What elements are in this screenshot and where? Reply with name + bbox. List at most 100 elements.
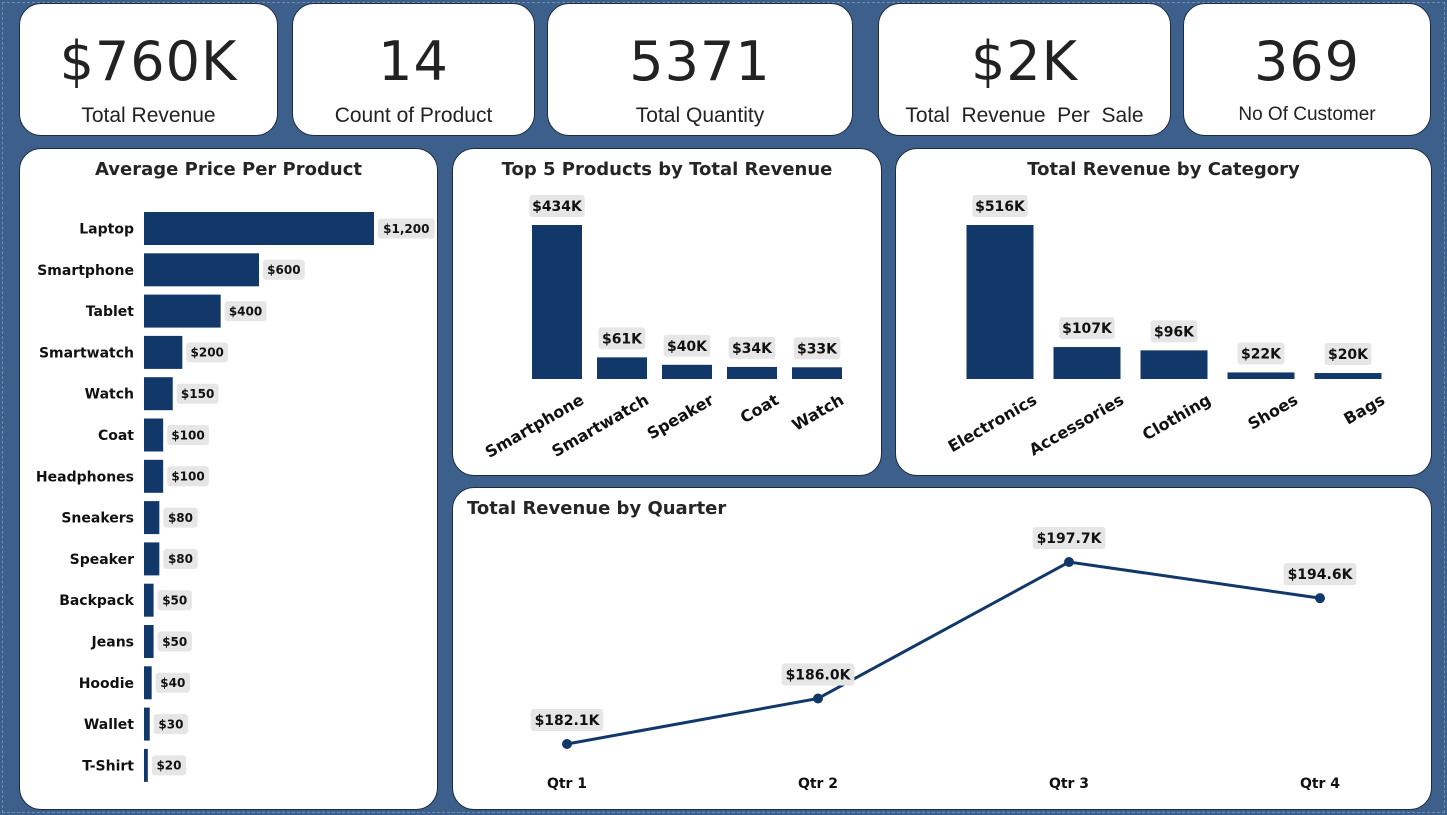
data-label: $150 <box>181 387 214 401</box>
data-label: $34K <box>732 341 773 357</box>
category-label: Headphones <box>36 469 134 485</box>
category-label: Electronics <box>945 390 1040 456</box>
chart-title: Average Price Per Product <box>95 159 362 180</box>
kpi-label: No Of Customer <box>1238 104 1376 125</box>
quarter-revenue-line-chart: $182.1K Qtr 1 $186.0K Qtr 2 $197.7K Qtr 3 $194… <box>530 527 1357 792</box>
data-label: $33K <box>797 341 838 357</box>
kpi-card-count-of-product: 14 Count of Product <box>292 3 535 136</box>
category-label: Bags <box>1340 390 1388 428</box>
data-label: $100 <box>171 428 204 442</box>
data-label: $516K <box>975 199 1026 215</box>
kpi-label: Count of Product <box>334 104 493 127</box>
avg-price-chart-card: Average Price Per Product Laptop $1,200 Sm… <box>19 148 438 810</box>
top5-products-bar-chart: $434KSmartphone$61KSmartwatch$40KSpeaker… <box>482 195 847 462</box>
kpi-value: 369 <box>1253 30 1361 93</box>
kpi-label: Total Quantity <box>635 104 765 127</box>
category-label: Sneakers <box>61 511 134 527</box>
kpi-label: Total Revenue Per Sale <box>905 104 1144 127</box>
data-label: $80 <box>168 511 193 525</box>
bar <box>144 294 221 328</box>
category-revenue-chart-card: Total Revenue by Category $516K Electroni… <box>895 148 1432 476</box>
data-label: $40 <box>160 676 185 690</box>
bar <box>792 367 842 379</box>
data-label: $22K <box>1241 346 1282 362</box>
data-label: $434K <box>532 199 583 215</box>
category-label: Coat <box>737 390 782 427</box>
category-label: Tablet <box>86 304 135 320</box>
category-label: Backpack <box>59 593 134 609</box>
category-label: Watch <box>85 387 134 403</box>
data-label: $182.1K <box>535 713 601 729</box>
category-label: Coat <box>98 428 134 444</box>
data-label: $61K <box>602 331 643 347</box>
category-label: Wallet <box>84 717 134 733</box>
kpi-value: $2K <box>970 30 1079 93</box>
kpi-value: 5371 <box>629 30 771 93</box>
category-label: Speaker <box>644 390 717 443</box>
data-label: $197.7K <box>1037 531 1103 547</box>
category-label: Hoodie <box>79 676 134 692</box>
bar <box>1314 373 1382 379</box>
bar <box>144 335 183 369</box>
data-label: $600 <box>267 263 300 277</box>
category-label: Speaker <box>70 552 134 568</box>
data-point <box>1064 557 1074 567</box>
bar <box>966 225 1034 379</box>
data-label: $50 <box>162 594 187 608</box>
kpi-card-total-revenue: $760K Total Revenue <box>19 3 278 136</box>
bar <box>144 212 374 245</box>
category-label: Watch <box>789 390 847 435</box>
kpi-card-revenue-per-sale: $2K Total Revenue Per Sale <box>878 3 1171 136</box>
top5-products-chart-card: Top 5 Products by Total Revenue $434K Sma… <box>452 148 882 476</box>
quarter-revenue-chart-card: Total Revenue by Quarter $182.1K Qtr 1 $18… <box>452 487 1432 810</box>
kpi-value: 14 <box>378 30 449 93</box>
chart-title: Top 5 Products by Total Revenue <box>501 159 833 180</box>
x-tick-label: Qtr 4 <box>1300 776 1340 792</box>
category-label: Shoes <box>1244 390 1301 434</box>
bar <box>144 542 160 576</box>
data-label: $194.6K <box>1288 567 1354 583</box>
data-point <box>562 739 572 749</box>
category-label: Jeans <box>91 635 134 651</box>
bar <box>144 583 154 617</box>
category-label: Laptop <box>79 222 134 238</box>
chart-title: Total Revenue by Category <box>1027 159 1300 180</box>
category-revenue-bar-chart: $516K Electronics $107K Accessories $96K Clot… <box>945 195 1388 459</box>
data-label: $1,200 <box>383 222 429 236</box>
x-tick-label: Qtr 2 <box>798 776 838 792</box>
data-label: $100 <box>171 470 204 484</box>
bar <box>144 748 148 782</box>
series-line <box>566 560 1321 746</box>
bar <box>727 366 777 379</box>
bar <box>144 501 160 535</box>
data-label: $200 <box>191 346 224 360</box>
data-label: $50 <box>162 635 187 649</box>
data-label: $107K <box>1062 321 1113 337</box>
x-tick-label: Qtr 1 <box>547 776 587 792</box>
bar <box>144 253 259 287</box>
data-label: $30 <box>158 717 183 731</box>
kpi-card-total-quantity: 5371 Total Quantity <box>547 3 853 136</box>
kpi-label: Total Revenue <box>81 104 216 127</box>
bar <box>144 625 154 658</box>
bar <box>532 225 582 379</box>
data-label: $96K <box>1154 324 1195 340</box>
kpi-value: $760K <box>59 30 238 93</box>
bar <box>144 666 152 700</box>
bar <box>1227 372 1295 379</box>
data-label: $40K <box>667 339 708 355</box>
bar <box>144 377 173 411</box>
data-label: $186.0K <box>786 668 852 684</box>
data-point <box>1315 593 1325 604</box>
category-label: Smartphone <box>37 263 134 279</box>
chart-title: Total Revenue by Quarter <box>467 498 727 519</box>
data-point <box>813 693 823 704</box>
bar <box>144 459 164 493</box>
bar <box>662 364 712 379</box>
data-label: $20K <box>1328 347 1369 363</box>
bar <box>144 418 164 452</box>
bar <box>1053 347 1121 379</box>
category-label: Clothing <box>1139 390 1214 444</box>
avg-price-bar-chart: Laptop $1,200 Smartphone $600 Tablet $400 Smar… <box>36 212 435 782</box>
data-label: $80 <box>168 552 193 566</box>
